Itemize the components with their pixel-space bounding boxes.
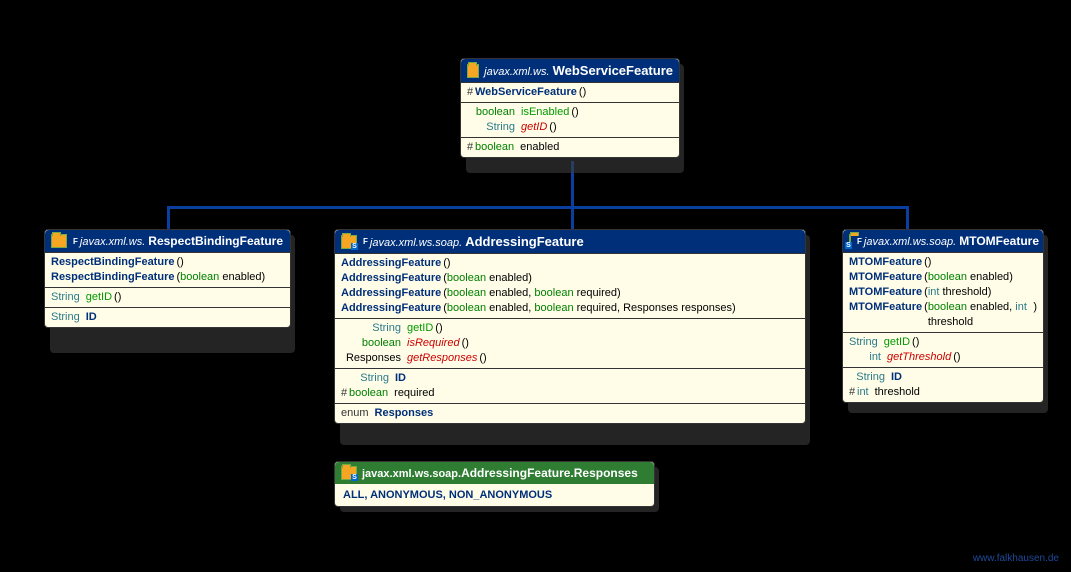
connector: [571, 206, 574, 230]
enum-responses: S javax.xml.ws.soap.AddressingFeature.Re…: [334, 461, 655, 507]
methods-section: booleanisEnabled() StringgetID(): [461, 102, 679, 137]
class-header: F javax.xml.ws.RespectBindingFeature: [45, 230, 290, 252]
class-header: SF javax.xml.ws.soap.MTOMFeature: [843, 230, 1043, 252]
class-addressingfeature: SF javax.xml.ws.soap.AddressingFeature A…: [334, 229, 806, 424]
enum-values: ALL, ANONYMOUS, NON_ANONYMOUS: [335, 484, 654, 506]
enum-icon: S: [341, 466, 357, 480]
package-label: javax.xml.ws.: [484, 66, 549, 78]
class-icon: S: [849, 234, 851, 248]
class-icon: S: [341, 235, 357, 249]
enum-header: S javax.xml.ws.soap.AddressingFeature.Re…: [335, 462, 654, 484]
class-name: WebServiceFeature: [553, 63, 673, 78]
connector: [167, 206, 170, 230]
fields-section: #booleanenabled: [461, 137, 679, 157]
class-header: SF javax.xml.ws.soap.AddressingFeature: [335, 230, 805, 253]
class-webservicefeature: javax.xml.ws. WebServiceFeature #WebServi…: [460, 58, 680, 158]
class-respectbindingfeature: F javax.xml.ws.RespectBindingFeature Res…: [44, 229, 291, 328]
class-mtomfeature: SF javax.xml.ws.soap.MTOMFeature MTOMFea…: [842, 229, 1044, 403]
connector: [167, 206, 909, 209]
connector: [906, 206, 909, 230]
class-icon: [467, 64, 479, 78]
class-icon: [51, 234, 67, 248]
constructors-section: #WebServiceFeature(): [461, 82, 679, 102]
final-marker: F: [73, 237, 78, 246]
class-header: javax.xml.ws. WebServiceFeature: [461, 59, 679, 82]
footer-link[interactable]: www.falkhausen.de: [973, 553, 1059, 564]
